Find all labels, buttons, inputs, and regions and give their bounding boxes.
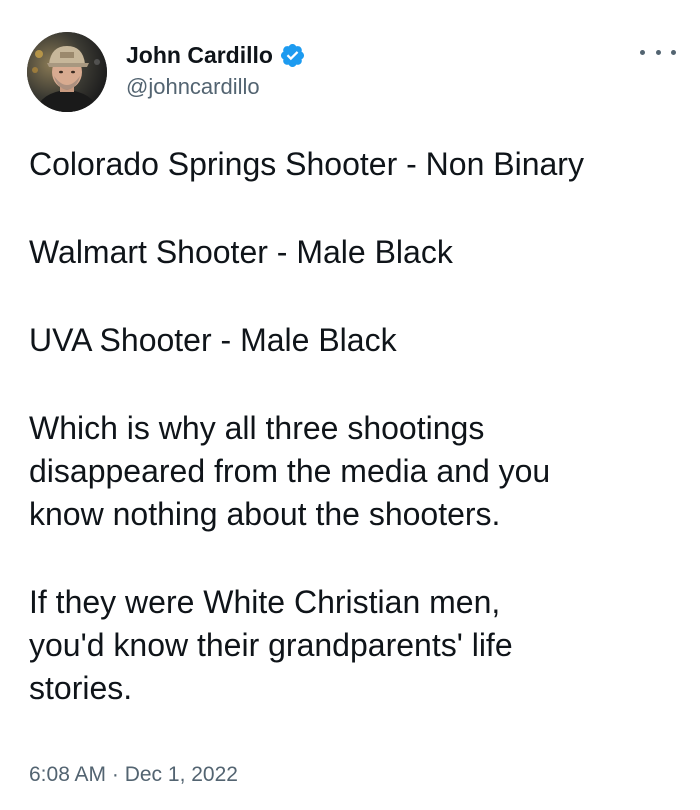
author-handle[interactable]: @johncardillo [126, 74, 306, 100]
avatar[interactable] [27, 32, 107, 112]
more-options-icon[interactable] [640, 40, 676, 64]
avatar-image [27, 32, 107, 112]
tweet-paragraph: Which is why all three shootings disappe… [29, 410, 551, 532]
author-display-name[interactable]: John Cardillo [126, 42, 273, 69]
tweet-paragraph: UVA Shooter - Male Black [29, 322, 397, 358]
tweet-text: Colorado Springs Shooter - Non Binary Wa… [29, 143, 689, 710]
tweet-paragraph: Colorado Springs Shooter - Non Binary [29, 146, 584, 182]
tweet-timestamp[interactable]: 6:08 AM · Dec 1, 2022 [29, 763, 238, 787]
tweet-paragraph: If they were White Christian men, you'd … [29, 584, 513, 706]
tweet-card: John Cardillo @johncardillo Colorado Spr… [0, 0, 700, 810]
more-dot [671, 49, 676, 55]
more-dot [655, 49, 661, 55]
more-dot [640, 49, 645, 55]
verified-badge-icon [279, 42, 306, 69]
tweet-paragraph: Walmart Shooter - Male Black [29, 234, 453, 270]
author-info: John Cardillo @johncardillo [126, 40, 306, 100]
name-row: John Cardillo [126, 40, 306, 70]
